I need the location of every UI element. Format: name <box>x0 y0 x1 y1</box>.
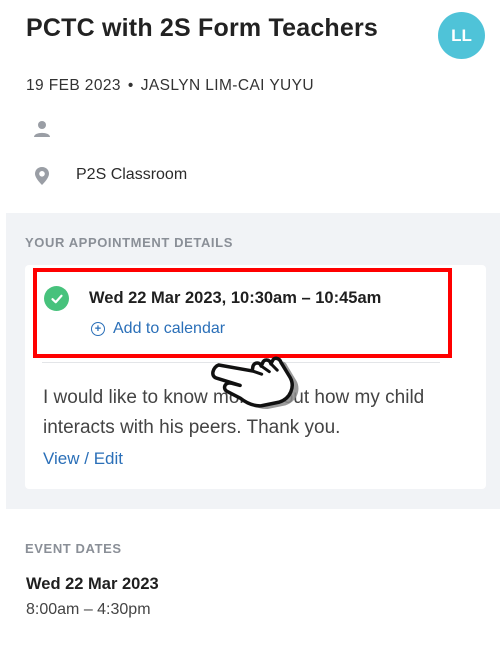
event-date-title: Wed 22 Mar 2023 <box>26 575 159 593</box>
event-title: PCTC with 2S Form Teachers <box>26 14 379 42</box>
avatar[interactable]: LL <box>438 12 485 59</box>
event-subtitle: 19 FEB 2023 • JASLYN LIM-CAI YUYU <box>26 77 314 95</box>
appointment-heading: YOUR APPOINTMENT DETAILS <box>25 235 233 250</box>
message-line: interacts with his peers. Thank you. <box>43 417 341 438</box>
avatar-initials: LL <box>451 25 472 45</box>
pointing-hand-icon <box>211 356 299 409</box>
location-pin-icon <box>35 167 49 185</box>
view-edit-link[interactable]: View / Edit <box>43 449 123 469</box>
location-label: P2S Classroom <box>76 166 188 183</box>
person-icon <box>34 121 50 137</box>
event-date: 19 FEB 2023 <box>26 77 121 94</box>
organizer-name: JASLYN LIM-CAI YUYU <box>140 77 314 94</box>
event-time-range: 8:00am – 4:30pm <box>26 601 151 618</box>
separator: • <box>127 77 134 94</box>
event-dates-heading: EVENT DATES <box>25 541 122 556</box>
